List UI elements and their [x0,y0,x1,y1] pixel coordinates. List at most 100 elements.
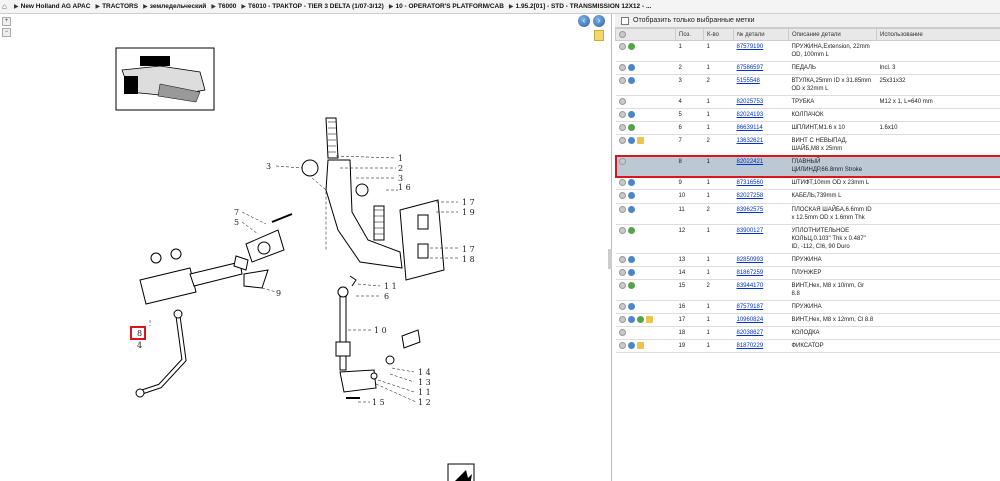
callout-6[interactable]: 6 [384,292,389,301]
expand-diagram-button[interactable] [447,463,475,481]
green-arrow-icon[interactable] [627,124,635,132]
info-icon[interactable] [618,98,626,106]
row-part-number-link[interactable]: 86639114 [737,125,763,131]
splitter-handle[interactable] [608,249,612,269]
row-part-number-link[interactable]: 13632621 [737,138,764,144]
blue-arrow-icon[interactable] [627,315,635,323]
breadcrumb-item[interactable]: 1.95.2[01] - STD - TRANSMISSION 12X12 - … [516,3,652,10]
callout-4[interactable]: 4 [137,341,142,350]
table-row[interactable]: 18 1 82038627 КОЛОДКА [615,326,1000,340]
table-row[interactable]: 10 1 82027258 КАБЕЛЬ,739mm L [615,189,1000,204]
green-arrow-icon[interactable] [627,281,635,289]
callout-11b[interactable]: 1 1 [418,388,431,397]
info-icon[interactable] [618,158,626,166]
thumbnail-image[interactable] [115,47,215,111]
package-icon[interactable] [636,137,644,145]
row-part-number-link[interactable]: 82038627 [737,330,764,336]
callout-12[interactable]: 1 2 [418,398,431,407]
header-qty[interactable]: К-во [703,27,734,42]
blue-arrow-icon[interactable] [627,302,635,310]
table-row[interactable]: 14 1 81867259 ПЛУНЖЕР [615,266,1000,280]
callout-7[interactable]: 7 [234,208,239,217]
blue-arrow-icon[interactable] [627,179,635,187]
info-icon[interactable] [618,77,626,85]
table-row[interactable]: 12 1 83900127 УПЛОТНИТЕЛЬНОЕ КОЛЬЦ,0.103" T… [615,224,1000,254]
table-row[interactable]: 9 1 87316560 ШТИФТ,10mm OD x 23mm L [615,176,1000,191]
info-icon[interactable] [618,124,626,132]
table-row[interactable]: 11 2 83962575 ПЛОСКАЯ ШАЙБА,6.6mm ID x 12.5… [615,203,1000,225]
table-row[interactable]: 7 2 13632621 ВИНТ С НЕВЫПАД. ШАЙБ,M8 x 25mm [615,134,1000,157]
info-icon[interactable] [618,111,626,119]
header-pos[interactable]: Поз. [675,27,704,42]
table-row[interactable]: 8 1 82022421 ГЛАВНЫЙ ЦИЛИНДР,66.8mm Stroke [614,154,1000,178]
breadcrumb-item[interactable]: земледельческий [150,3,207,10]
callout-17b[interactable]: 1 7 [462,245,475,254]
row-part-number-link[interactable]: 83962575 [737,207,764,213]
breadcrumb-item[interactable]: T6010 - ТРАКТОР - TIER 3 DELTA (1/07-3/1… [248,3,384,10]
home-icon[interactable]: ⌂ [2,2,11,11]
info-icon[interactable] [618,281,626,289]
green-arrow-icon[interactable] [627,226,635,234]
info-icon[interactable] [618,205,626,213]
callout-18[interactable]: 1 8 [462,255,475,264]
info-icon[interactable] [618,328,626,336]
callout-2[interactable]: 2 [398,164,403,173]
header-part-number[interactable]: № детали [733,27,789,42]
table-row[interactable]: 16 1 87579187 ПРУЖИНА [615,300,1000,314]
row-part-number-link[interactable]: 87316560 [737,180,764,186]
table-row[interactable]: 17 1 10960824 ВИНТ,Hex, M8 x 12mm, Cl 8.8 [615,313,1000,327]
table-row[interactable]: 1 1 87579190 ПРУЖИНА,Extension, 22mm OD, 10… [615,40,1000,63]
green-arrow-icon[interactable] [636,315,644,323]
info-icon[interactable] [618,64,626,72]
green-arrow-icon[interactable] [627,43,635,51]
blue-arrow-icon[interactable] [627,255,635,263]
blue-arrow-icon[interactable] [627,192,635,200]
callout-8[interactable]: 8 [137,329,142,338]
callout-11[interactable]: 1 1 [384,282,397,291]
table-row[interactable]: 5 1 82024193 КОЛПАЧОК [615,108,1000,123]
table-row[interactable]: 6 1 86639114 ШПЛИНТ,M1.6 x 10 1.6x10 [615,121,1000,136]
info-icon[interactable] [618,137,626,145]
blue-arrow-icon[interactable] [627,341,635,349]
table-row[interactable]: 4 1 82025753 ТРУБКА M12 x 1, L=640 mm [615,95,1000,110]
row-part-number-link[interactable]: 87579190 [737,44,764,50]
row-part-number-link[interactable]: 81870229 [737,343,764,349]
row-part-number-link[interactable]: 83900127 [737,228,764,234]
row-part-number-link[interactable]: 82022421 [737,159,764,165]
blue-arrow-icon[interactable] [627,64,635,72]
breadcrumb-item[interactable]: New Holland AG APAC [21,3,91,10]
callout-17[interactable]: 1 7 [462,198,475,207]
row-part-number-link[interactable]: 83944170 [737,283,764,289]
blue-arrow-icon[interactable] [627,268,635,276]
breadcrumb-item[interactable]: T6000 [218,3,236,10]
info-icon[interactable] [618,268,626,276]
callout-5[interactable]: 5 [234,218,239,227]
callout-3[interactable]: 3 [398,174,403,183]
table-row[interactable]: 19 1 81870229 ФИКСАТОР [615,339,1000,354]
callout-9[interactable]: 9 [276,289,281,298]
package-icon[interactable] [636,341,644,349]
row-part-number-link[interactable]: 81867259 [737,270,764,276]
info-icon[interactable] [618,341,626,349]
table-row[interactable]: 13 1 82850993 ПРУЖИНА [615,253,1000,267]
callout-1[interactable]: 1 [398,154,403,163]
filter-checkbox[interactable] [621,16,629,25]
info-icon[interactable] [618,315,626,323]
blue-arrow-icon[interactable] [627,205,635,213]
table-row[interactable]: 15 2 83944170 ВИНТ,Hex, M8 x 10mm, Gr 8.8 [615,279,1000,301]
prev-page-button[interactable]: ‹ [578,15,590,27]
breadcrumb-item[interactable]: 10 - OPERATOR'S PLATFORM/CAB [395,3,503,10]
row-part-number-link[interactable]: 10960824 [737,317,764,323]
row-part-number-link[interactable]: 5155548 [737,78,760,84]
zoom-in-icon[interactable]: + [2,17,11,26]
callout-3b[interactable]: 3 [266,162,271,171]
blue-arrow-icon[interactable] [627,137,635,145]
info-icon[interactable] [618,43,626,51]
row-part-number-link[interactable]: 82027258 [737,193,764,199]
callout-14[interactable]: 1 4 [418,368,431,377]
row-part-number-link[interactable]: 82850993 [737,257,764,263]
package-icon[interactable] [645,315,653,323]
header-description[interactable]: Описание детали [788,27,877,42]
blue-arrow-icon[interactable] [627,111,635,119]
info-icon[interactable] [618,179,626,187]
